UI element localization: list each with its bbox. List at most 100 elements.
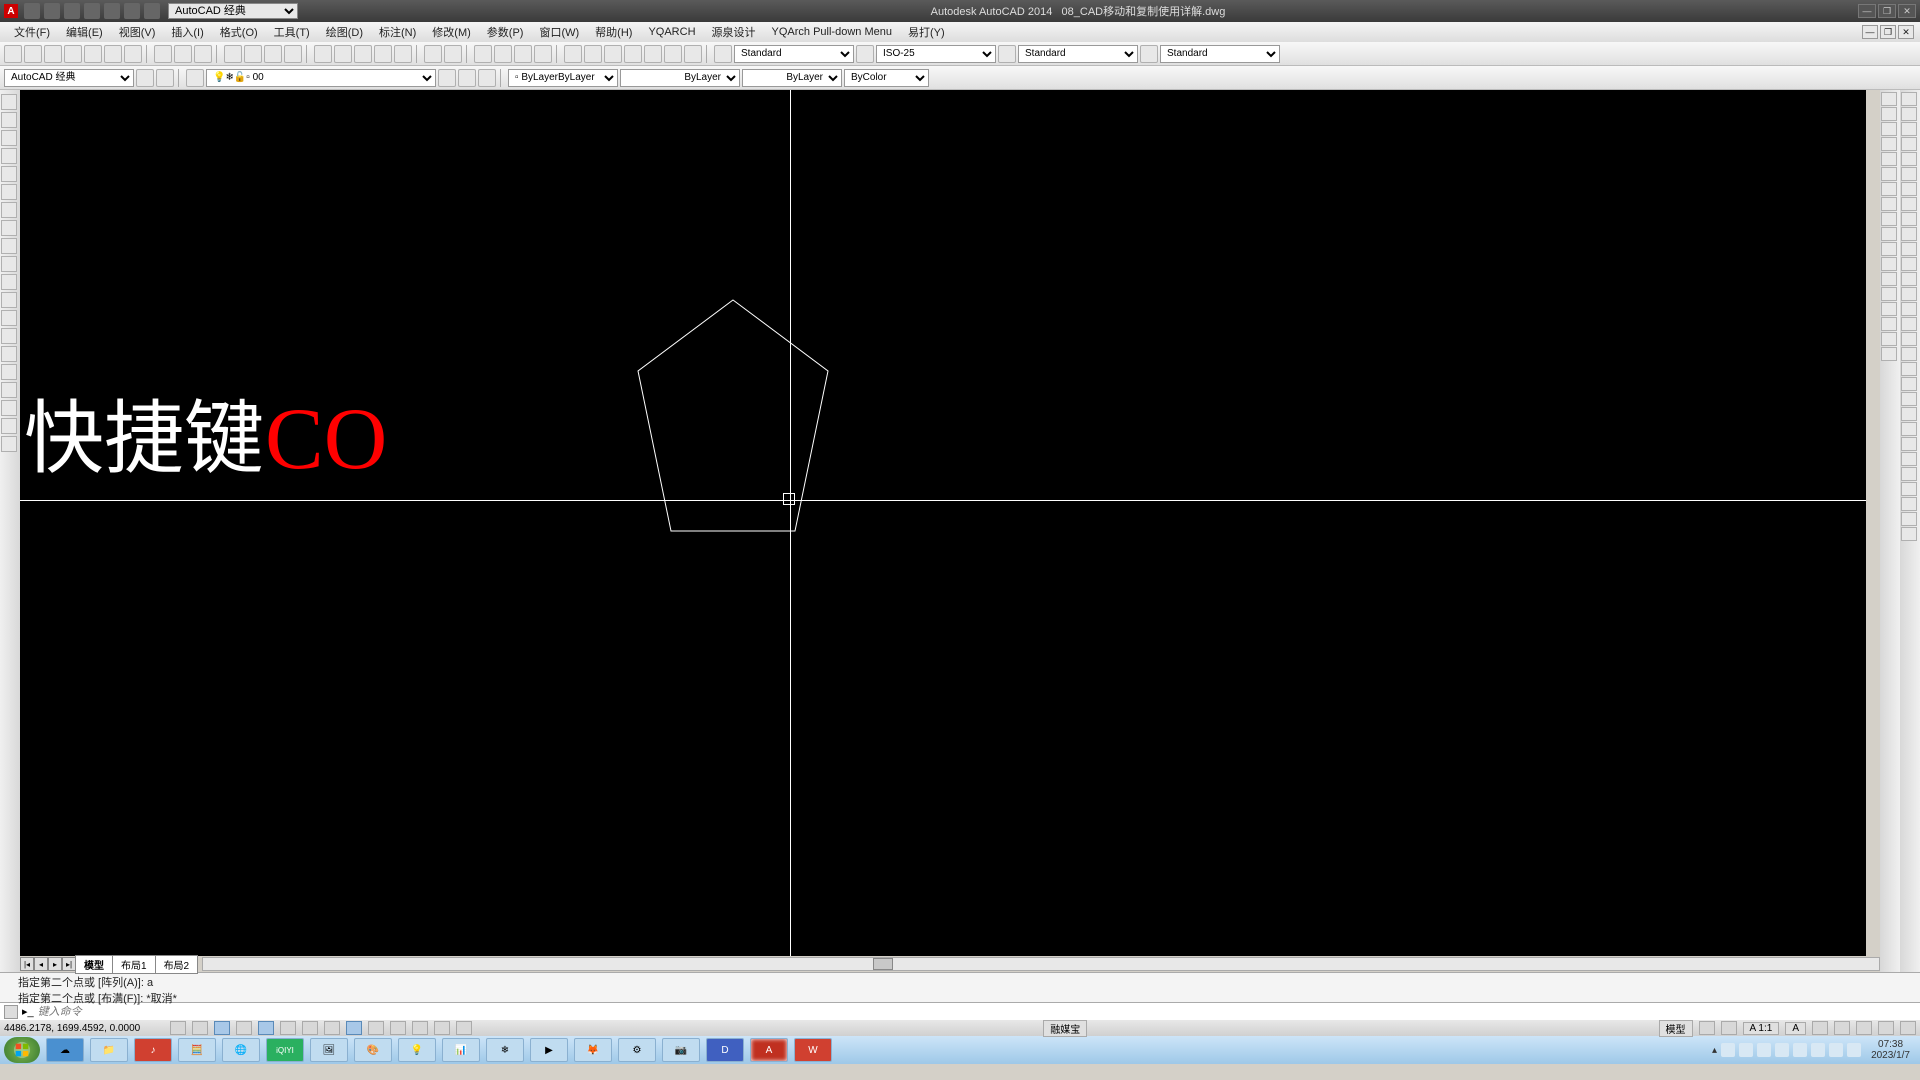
undo-icon[interactable]: [424, 45, 442, 63]
xline-icon[interactable]: [1, 112, 17, 128]
addselected-icon[interactable]: [1, 436, 17, 452]
redo-icon[interactable]: [444, 45, 462, 63]
mirror-icon[interactable]: [1881, 122, 1897, 136]
plot-style-selector[interactable]: ByColor: [844, 69, 929, 87]
properties-icon[interactable]: [564, 45, 582, 63]
print-icon[interactable]: [64, 45, 82, 63]
menu-view[interactable]: 视图(V): [111, 24, 164, 40]
ex-17-icon[interactable]: [1901, 332, 1917, 346]
ex-09-icon[interactable]: [1901, 212, 1917, 226]
color-selector[interactable]: ▫ ByLayerByLayer: [508, 69, 618, 87]
command-prompt-icon[interactable]: [4, 1005, 18, 1019]
doc-close-button[interactable]: ✕: [1898, 25, 1914, 39]
plot-icon[interactable]: [224, 45, 242, 63]
tab-layout2[interactable]: 布局2: [155, 955, 199, 974]
task-app-1[interactable]: ☁: [46, 1038, 84, 1062]
ex-30-icon[interactable]: [1901, 527, 1917, 541]
ex-25-icon[interactable]: [1901, 452, 1917, 466]
array-icon[interactable]: [1881, 152, 1897, 166]
layer-selector[interactable]: 💡❄🔓▫ 00: [206, 69, 436, 87]
help-icon[interactable]: [684, 45, 702, 63]
match-icon[interactable]: [374, 45, 392, 63]
arc-icon[interactable]: [1, 184, 17, 200]
text-style-selector[interactable]: Standard: [734, 45, 854, 63]
workspace-selector[interactable]: AutoCAD 经典: [168, 3, 298, 19]
mleader-style-icon[interactable]: [1140, 45, 1158, 63]
tab-next-button[interactable]: ▸: [48, 957, 62, 971]
tray-expand-icon[interactable]: ▴: [1712, 1045, 1717, 1056]
ellipse-arc-icon[interactable]: [1, 274, 17, 290]
layout-quick-icon[interactable]: [1699, 1021, 1715, 1035]
task-app-7[interactable]: ▶: [530, 1038, 568, 1062]
block-icon[interactable]: [394, 45, 412, 63]
polygon-icon[interactable]: [1, 148, 17, 164]
command-input[interactable]: [38, 1005, 1916, 1018]
hardware-accel-icon[interactable]: [1856, 1021, 1872, 1035]
workspace-selector-2[interactable]: AutoCAD 经典: [4, 69, 134, 87]
menu-draw[interactable]: 绘图(D): [318, 24, 371, 40]
offset-icon[interactable]: [1881, 137, 1897, 151]
tray-icon-3[interactable]: [1757, 1043, 1771, 1057]
paste-icon[interactable]: [354, 45, 372, 63]
qat-plot-icon[interactable]: [104, 3, 120, 19]
qat-saveas-icon[interactable]: [84, 3, 100, 19]
sheet-set-icon[interactable]: [584, 45, 602, 63]
gradient-icon[interactable]: [1, 364, 17, 380]
task-app-5[interactable]: 📊: [442, 1038, 480, 1062]
tab-last-button[interactable]: ▸|: [62, 957, 76, 971]
ex-16-icon[interactable]: [1901, 317, 1917, 331]
ex-20-icon[interactable]: [1901, 377, 1917, 391]
move-icon[interactable]: [1881, 167, 1897, 181]
copy-icon[interactable]: [334, 45, 352, 63]
ex-19-icon[interactable]: [1901, 362, 1917, 376]
ex-05-icon[interactable]: [1901, 152, 1917, 166]
coordinates-display[interactable]: 4486.2178, 1699.4592, 0.0000: [4, 1023, 164, 1034]
task-app-10[interactable]: D: [706, 1038, 744, 1062]
ws-settings-icon[interactable]: [136, 69, 154, 87]
cut-icon[interactable]: [314, 45, 332, 63]
trim-icon[interactable]: [1881, 227, 1897, 241]
drawing-canvas[interactable]: 快捷键 CO |◂ ◂ ▸ ▸| 模型 布局1 布局2: [20, 90, 1880, 972]
close-doc-icon[interactable]: [124, 45, 142, 63]
region-icon[interactable]: [1, 382, 17, 398]
hatch-icon[interactable]: [1, 346, 17, 362]
find-icon[interactable]: [264, 45, 282, 63]
save-icon[interactable]: [44, 45, 62, 63]
revcloud-icon[interactable]: [1, 220, 17, 236]
dim-style-selector[interactable]: ISO-25: [876, 45, 996, 63]
ortho-toggle[interactable]: [214, 1021, 230, 1035]
insert-block-icon[interactable]: [1, 292, 17, 308]
open-folder-icon[interactable]: [174, 45, 192, 63]
layer-state-icon[interactable]: [438, 69, 456, 87]
layer-iso-icon[interactable]: [458, 69, 476, 87]
menu-yqarch-pulldown[interactable]: YQArch Pull-down Menu: [764, 26, 900, 38]
stretch-icon[interactable]: [1881, 212, 1897, 226]
ellipse-icon[interactable]: [1, 256, 17, 272]
task-netease[interactable]: ♪: [134, 1038, 172, 1062]
ex-14-icon[interactable]: [1901, 287, 1917, 301]
anno-scale-button[interactable]: A 1:1: [1743, 1022, 1780, 1035]
blend-icon[interactable]: [1881, 332, 1897, 346]
qat-save-icon[interactable]: [64, 3, 80, 19]
task-iqiyi[interactable]: iQIYI: [266, 1038, 304, 1062]
ex-06-icon[interactable]: [1901, 167, 1917, 181]
task-explorer[interactable]: 📁: [90, 1038, 128, 1062]
polar-toggle[interactable]: [236, 1021, 252, 1035]
point-icon[interactable]: [1, 328, 17, 344]
qp-toggle[interactable]: [412, 1021, 428, 1035]
clean-icon[interactable]: [664, 45, 682, 63]
task-wps[interactable]: W: [794, 1038, 832, 1062]
command-line-icon[interactable]: [644, 45, 662, 63]
layer-props-icon[interactable]: [186, 69, 204, 87]
tray-icon-1[interactable]: [1721, 1043, 1735, 1057]
table-style-selector[interactable]: Standard: [1018, 45, 1138, 63]
line-icon[interactable]: [1, 94, 17, 110]
ex-11-icon[interactable]: [1901, 242, 1917, 256]
make-block-icon[interactable]: [1, 310, 17, 326]
menu-yuanquan[interactable]: 源泉设计: [704, 24, 764, 40]
join-icon[interactable]: [1881, 287, 1897, 301]
qat-redo-icon[interactable]: [144, 3, 160, 19]
anno-visibility-button[interactable]: A: [1785, 1022, 1806, 1035]
tab-model[interactable]: 模型: [75, 955, 113, 974]
calc-icon[interactable]: [624, 45, 642, 63]
